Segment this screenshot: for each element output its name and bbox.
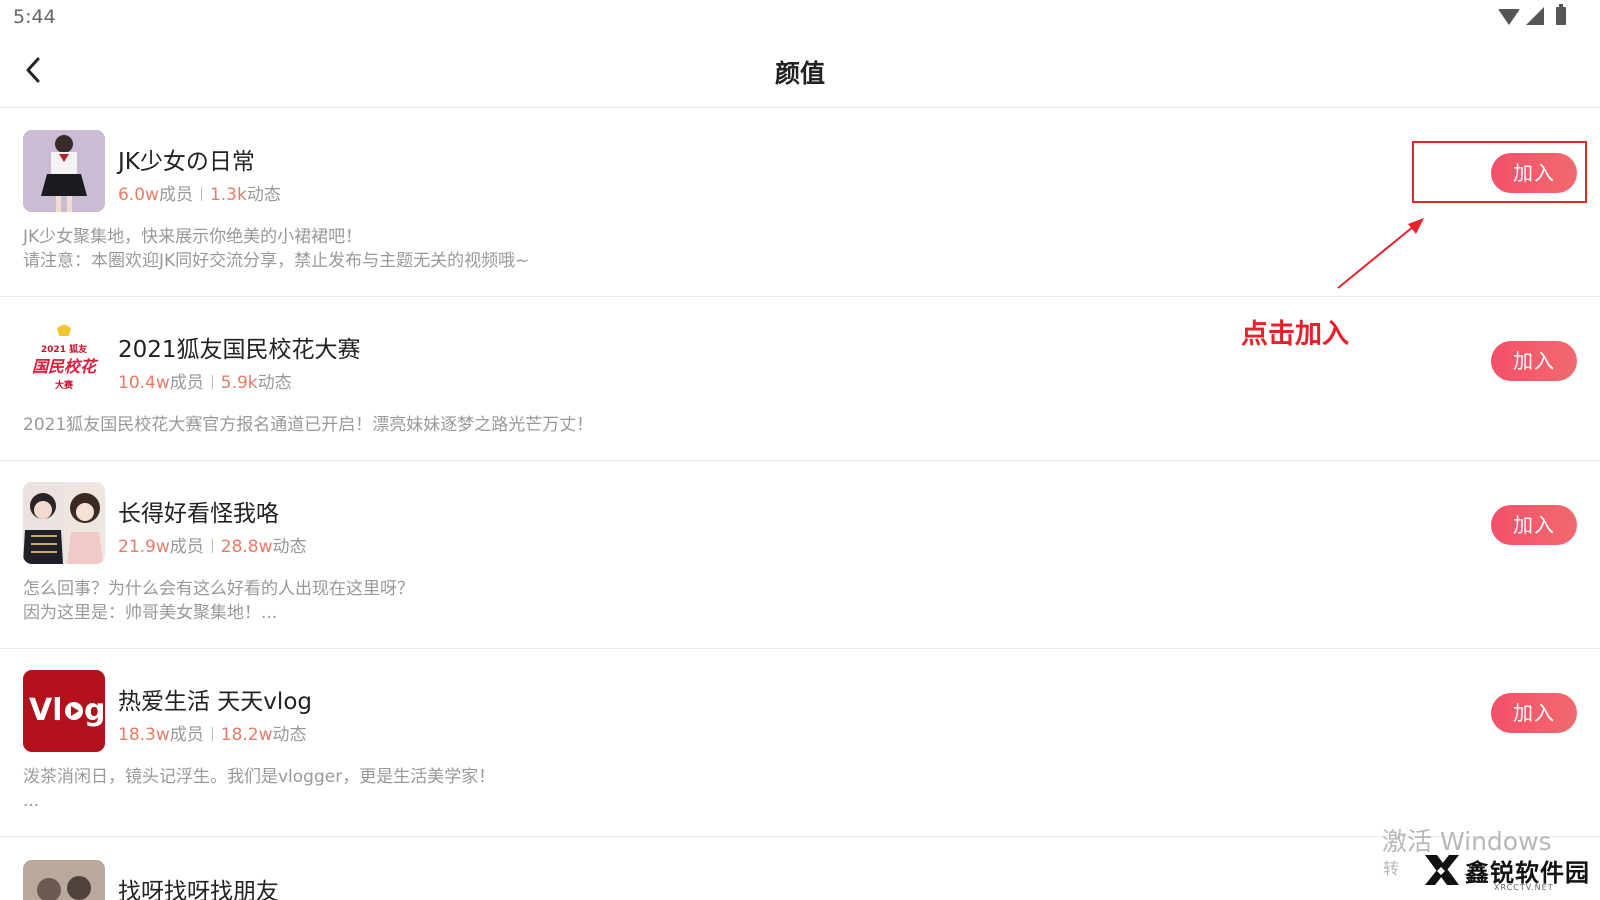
group-name[interactable]: 热爱生活 天天vlog — [118, 682, 312, 716]
group-stats: 6.0w成员 1.3k动态 — [118, 180, 281, 205]
post-unit: 动态 — [246, 185, 281, 205]
member-count: 21.9w — [118, 537, 170, 557]
member-unit: 成员 — [169, 725, 204, 745]
brand-url: XRCCTV.NET — [1494, 883, 1554, 892]
top-nav-bar: 颜值 — [0, 34, 1600, 108]
logo-text: g — [84, 693, 105, 728]
join-button[interactable]: 加入 — [1491, 505, 1577, 545]
post-count: 1.3k — [209, 185, 247, 205]
member-count: 6.0w — [118, 185, 159, 205]
group-item-campus-beauty[interactable]: 2021 狐友 国民校花 大赛 2021狐友国民校花大赛 10.4w成员 5.9k… — [0, 296, 1600, 461]
stat-divider — [211, 539, 213, 553]
status-time: 5:44 — [13, 6, 56, 28]
post-count: 18.2w — [220, 725, 273, 745]
post-unit: 动态 — [272, 725, 307, 745]
annotation-arrow — [1337, 218, 1424, 289]
post-unit: 动态 — [257, 373, 292, 393]
group-name[interactable]: 2021狐友国民校花大赛 — [118, 330, 361, 364]
group-stats: 10.4w成员 5.9k动态 — [118, 368, 292, 393]
windows-activation-sub: 转 — [1383, 859, 1400, 878]
stat-divider — [211, 375, 213, 389]
group-name[interactable]: JK少女の日常 — [118, 142, 255, 176]
post-count: 28.8w — [220, 537, 273, 557]
desc-line: 2021狐友国民校花大赛官方报名通道已开启！漂亮妹妹逐梦之路光芒万丈！ — [23, 415, 594, 435]
desc-line: ... — [23, 791, 40, 811]
member-count: 18.3w — [118, 725, 170, 745]
group-description: 怎么回事？为什么会有这么好看的人出现在这里呀？ 因为这里是：帅哥美女聚集地！..… — [23, 577, 414, 625]
app-screen: 5:44 颜值 JK少女の日常 6.0w成员 1.3k动态 JK少女聚集地，快来… — [0, 0, 1600, 900]
annotation-label: 点击加入 — [1241, 319, 1349, 350]
desc-line: JK少女聚集地，快来展示你绝美的小裙裙吧！ — [23, 227, 363, 247]
desc-line: 泼茶消闲日，镜头记浮生。我们是vlogger，更是生活美学家！ — [23, 767, 496, 787]
member-unit: 成员 — [158, 185, 193, 205]
desc-line: 请注意：本圈欢迎JK同好交流分享，禁止发布与主题无关的视频哦~ — [23, 251, 530, 271]
wifi-icon — [1498, 9, 1520, 25]
group-avatar — [23, 130, 105, 212]
status-icons — [1498, 4, 1566, 25]
member-unit: 成员 — [169, 537, 204, 557]
group-item-vlog[interactable]: Vl g 热爱生活 天天vlog 18.3w成员 18.2w动态 泼茶消闲日，镜头… — [0, 648, 1600, 837]
group-name[interactable]: 找呀找呀找朋友 — [118, 872, 279, 900]
group-item-good-looking[interactable]: 长得好看怪我咯 21.9w成员 28.8w动态 怎么回事？为什么会有这么好看的人出… — [0, 460, 1600, 649]
group-name[interactable]: 长得好看怪我咯 — [118, 494, 279, 528]
brand-logo-icon — [1425, 855, 1459, 885]
highlight-box — [1412, 141, 1587, 203]
group-avatar: 2021 狐友 国民校花 大赛 — [23, 322, 105, 404]
logo-text: 国民校花 — [32, 357, 99, 376]
desc-line: 怎么回事？为什么会有这么好看的人出现在这里呀？ — [23, 579, 414, 599]
stat-divider — [211, 727, 213, 741]
logo-text: Vl — [29, 693, 63, 728]
status-bar: 5:44 — [0, 0, 1600, 34]
signal-icon — [1526, 7, 1544, 25]
post-count: 5.9k — [220, 373, 258, 393]
group-avatar — [23, 482, 105, 564]
group-avatar: Vl g — [23, 670, 105, 752]
logo-text: 大赛 — [55, 379, 74, 391]
desc-line: 因为这里是：帅哥美女聚集地！... — [23, 603, 278, 623]
group-item-find-friends[interactable]: 找呀找呀找朋友 — [0, 836, 1600, 900]
group-description: JK少女聚集地，快来展示你绝美的小裙裙吧！ 请注意：本圈欢迎JK同好交流分享，禁… — [23, 225, 529, 273]
join-button[interactable]: 加入 — [1491, 341, 1577, 381]
battery-icon — [1556, 4, 1566, 25]
stat-divider — [200, 187, 202, 201]
member-unit: 成员 — [169, 373, 204, 393]
group-stats: 21.9w成员 28.8w动态 — [118, 532, 307, 557]
join-button[interactable]: 加入 — [1491, 693, 1577, 733]
logo-text: 2021 狐友 — [41, 343, 87, 355]
group-avatar — [23, 860, 105, 900]
post-unit: 动态 — [272, 537, 307, 557]
group-description: 2021狐友国民校花大赛官方报名通道已开启！漂亮妹妹逐梦之路光芒万丈！ — [23, 413, 593, 437]
group-stats: 18.3w成员 18.2w动态 — [118, 720, 307, 745]
group-description: 泼茶消闲日，镜头记浮生。我们是vlogger，更是生活美学家！ ... — [23, 765, 495, 813]
member-count: 10.4w — [118, 373, 170, 393]
page-title: 颜值 — [774, 59, 825, 88]
